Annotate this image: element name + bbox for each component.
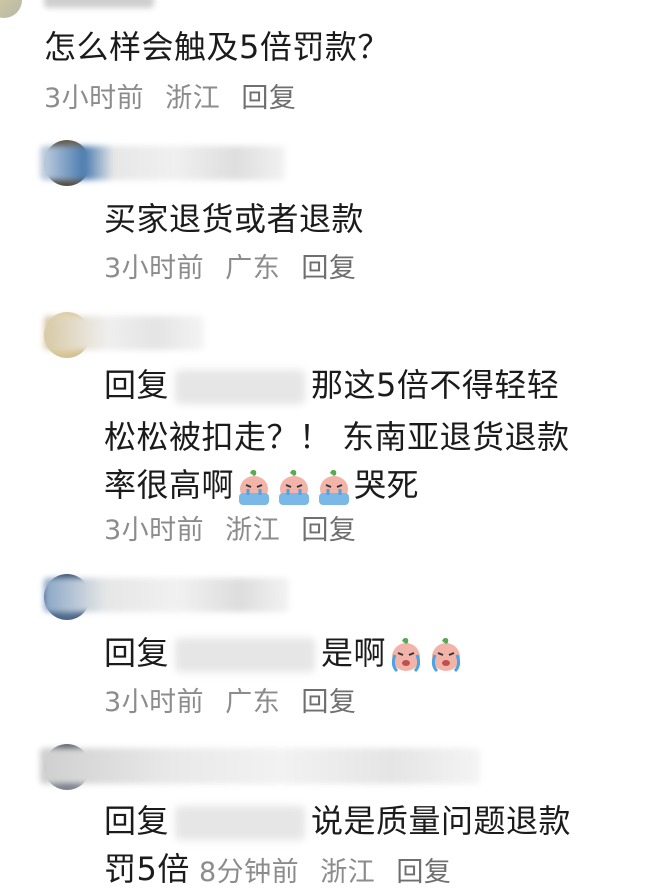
reply-location: 广东 xyxy=(225,687,281,718)
reply-text-line: 松松被扣走？！ 东南亚退货退款 xyxy=(104,418,570,456)
reply-button[interactable]: 回复 xyxy=(301,253,356,284)
reply-text: 率很高啊 xyxy=(104,466,235,504)
username-blurred xyxy=(40,748,480,784)
reply-text-line: 率很高啊 哭死 xyxy=(104,458,419,512)
crying-face-emoji xyxy=(315,467,353,507)
comment-text: 怎么样会触及5倍罚款？ xyxy=(44,28,390,66)
username-blurred xyxy=(44,578,289,612)
username-blurred xyxy=(40,146,285,180)
reply-meta: 3小时前 广东 回复 xyxy=(104,680,368,719)
comment-time: 3小时前 xyxy=(44,83,145,114)
reply-prefix: 回复 xyxy=(104,634,170,672)
avatar[interactable] xyxy=(0,0,22,18)
reply-text: 罚5倍 xyxy=(104,850,190,888)
crying-face-emoji xyxy=(235,467,273,507)
reply-time: 8分钟前 xyxy=(198,856,300,888)
reply-meta: 8分钟前 浙江 回复 xyxy=(199,857,463,888)
comment-meta: 3小时前 浙江 回复 xyxy=(44,76,308,115)
reply-text-line: 回复 说是质量问题退款 xyxy=(104,794,571,848)
reply-text: 那这5倍不得轻轻 xyxy=(311,366,560,404)
reply-time: 3小时前 xyxy=(104,515,205,546)
reply-button[interactable]: 回复 xyxy=(301,515,356,546)
reply-text-line: 回复 是啊 xyxy=(104,626,466,680)
comment-location: 浙江 xyxy=(165,83,221,114)
reply-meta: 3小时前 浙江 回复 xyxy=(104,508,368,547)
reply-text: 买家退货或者退款 xyxy=(104,200,365,238)
crying-face-emoji xyxy=(275,467,313,507)
reply-button[interactable]: 回复 xyxy=(241,83,296,114)
reply-text: 是啊 xyxy=(321,634,387,672)
reply-prefix: 回复 xyxy=(104,802,170,840)
reply-meta: 3小时前 广东 回复 xyxy=(104,246,368,285)
reply-button[interactable]: 回复 xyxy=(301,687,356,718)
reply-time: 3小时前 xyxy=(104,253,205,284)
mentioned-username-blurred xyxy=(175,806,306,840)
crying-face-emoji xyxy=(387,635,425,675)
mentioned-username-blurred xyxy=(175,370,306,404)
reply-location: 浙江 xyxy=(320,856,376,888)
reply-prefix: 回复 xyxy=(104,366,170,404)
reply-text: 说是质量问题退款 xyxy=(311,802,572,840)
reply-text-line: 回复 那这5倍不得轻轻 xyxy=(104,358,559,412)
reply-text: 哭死 xyxy=(354,466,420,504)
mentioned-username-blurred xyxy=(175,638,316,672)
reply-last-line: 罚5倍 8分钟前 浙江 回复 xyxy=(104,842,463,896)
reply-location: 浙江 xyxy=(225,515,281,546)
username-blurred xyxy=(44,316,204,350)
crying-face-emoji xyxy=(427,635,465,675)
reply-location: 广东 xyxy=(225,253,281,284)
reply-time: 3小时前 xyxy=(104,687,205,718)
username-blurred xyxy=(44,0,154,8)
reply-button[interactable]: 回复 xyxy=(396,857,451,888)
